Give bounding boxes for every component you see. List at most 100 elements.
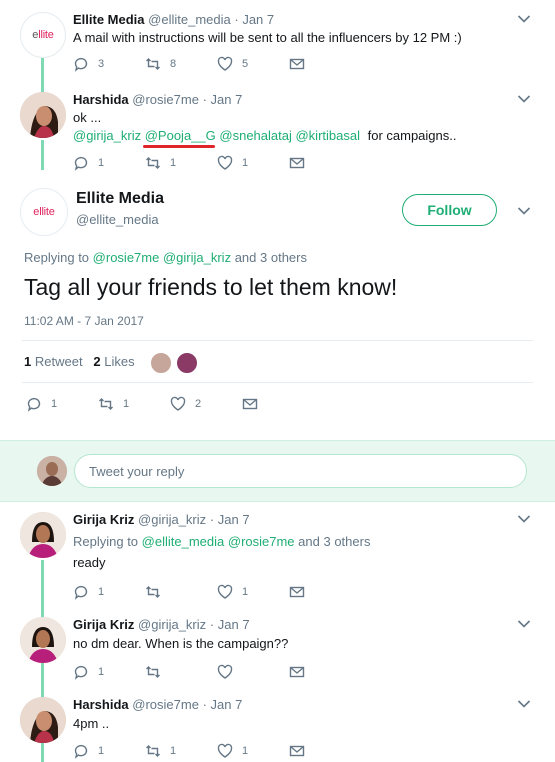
retweet-button[interactable]: 8 bbox=[145, 56, 217, 72]
like-button[interactable] bbox=[217, 664, 289, 680]
reply-icon bbox=[73, 56, 89, 72]
like-button[interactable]: 5 bbox=[217, 56, 289, 72]
avatar[interactable] bbox=[20, 697, 66, 743]
author-name[interactable]: Ellite Media bbox=[73, 12, 145, 27]
reply-button[interactable]: 1 bbox=[73, 584, 145, 600]
chevron-down-icon[interactable] bbox=[517, 619, 531, 629]
author-name[interactable]: Harshida bbox=[73, 697, 129, 712]
avatar[interactable] bbox=[20, 617, 66, 663]
author-name[interactable]: Ellite Media bbox=[76, 190, 164, 208]
reply-input[interactable] bbox=[74, 454, 527, 488]
mention-link[interactable]: @girija_kriz bbox=[163, 250, 231, 265]
tweet-time[interactable]: Jan 7 bbox=[211, 697, 243, 712]
avatar[interactable] bbox=[20, 92, 66, 138]
avatar[interactable]: ellite bbox=[20, 188, 68, 236]
tweet-header: Girija Kriz @girija_kriz · Jan 7 bbox=[73, 512, 250, 527]
liker-avatar[interactable] bbox=[176, 352, 198, 374]
mail-icon bbox=[289, 584, 305, 600]
tweet-actions: 1 bbox=[73, 664, 361, 680]
avatar[interactable] bbox=[20, 512, 66, 558]
author-handle[interactable]: @girija_kriz bbox=[138, 617, 206, 632]
author-handle[interactable]: @ellite_media bbox=[148, 12, 231, 27]
chevron-down-icon[interactable] bbox=[517, 514, 531, 524]
mention-link[interactable]: @kirtibasal bbox=[295, 128, 360, 143]
tweet-text: no dm dear. When is the campaign?? bbox=[73, 636, 289, 651]
replying-suffix[interactable]: and 3 others bbox=[235, 250, 307, 265]
tweet-text-suffix: for campaigns.. bbox=[367, 128, 457, 143]
chevron-down-icon[interactable] bbox=[517, 206, 531, 216]
mention-link[interactable]: @rosie7me bbox=[228, 534, 295, 549]
like-count: 1 bbox=[242, 157, 249, 169]
dm-button[interactable] bbox=[289, 155, 361, 171]
dm-button[interactable] bbox=[289, 664, 361, 680]
mention-link[interactable]: @girija_kriz bbox=[73, 128, 141, 143]
retweets-stat[interactable]: 1 Retweet bbox=[24, 354, 83, 369]
tweet-time[interactable]: Jan 7 bbox=[242, 12, 274, 27]
dm-button[interactable] bbox=[289, 56, 361, 72]
reply-button[interactable]: 1 bbox=[26, 396, 98, 412]
like-count: 1 bbox=[242, 586, 249, 598]
tweet-text-line1: ok ... bbox=[73, 110, 102, 125]
mention-link[interactable]: @ellite_media bbox=[142, 534, 225, 549]
heart-icon bbox=[217, 664, 233, 680]
reply-icon bbox=[73, 584, 89, 600]
reply-button[interactable]: 1 bbox=[73, 743, 145, 759]
reply-button[interactable]: 1 bbox=[73, 155, 145, 171]
timestamp[interactable]: 11:02 AM - 7 Jan 2017 bbox=[24, 314, 144, 328]
like-button[interactable]: 1 bbox=[217, 584, 289, 600]
mention-link[interactable]: @snehalataj bbox=[219, 128, 291, 143]
author-name[interactable]: Girija Kriz bbox=[73, 617, 134, 632]
tweet-time[interactable]: Jan 7 bbox=[218, 512, 250, 527]
author-handle[interactable]: @ellite_media bbox=[76, 212, 159, 227]
retweet-icon bbox=[98, 396, 114, 412]
liker-avatar[interactable] bbox=[150, 352, 172, 374]
reply-count: 1 bbox=[98, 586, 105, 598]
tweet-header: Girija Kriz @girija_kriz · Jan 7 bbox=[73, 617, 250, 632]
chevron-down-icon[interactable] bbox=[517, 94, 531, 104]
follow-button[interactable]: Follow bbox=[402, 194, 497, 226]
separator-dot: · bbox=[202, 697, 207, 712]
dm-button[interactable] bbox=[289, 584, 361, 600]
separator-dot: · bbox=[209, 617, 215, 632]
tweet-actions: 1 1 1 bbox=[73, 743, 361, 759]
retweet-button[interactable] bbox=[145, 664, 217, 680]
retweet-icon bbox=[145, 584, 161, 600]
heart-icon bbox=[217, 155, 233, 171]
divider bbox=[22, 382, 533, 383]
tweet-actions: 1 1 1 bbox=[73, 155, 361, 171]
chevron-down-icon[interactable] bbox=[517, 14, 531, 24]
author-handle[interactable]: @rosie7me bbox=[132, 697, 199, 712]
dm-button[interactable] bbox=[242, 396, 314, 412]
thread-line-mid bbox=[41, 140, 44, 170]
like-button[interactable]: 2 bbox=[170, 396, 242, 412]
replying-suffix[interactable]: and 3 others bbox=[298, 534, 370, 549]
like-button[interactable]: 1 bbox=[217, 155, 289, 171]
tweet-header: Harshida @rosie7me · Jan 7 bbox=[73, 697, 242, 712]
reply-icon bbox=[73, 155, 89, 171]
like-button[interactable]: 1 bbox=[217, 743, 289, 759]
chevron-down-icon[interactable] bbox=[517, 699, 531, 709]
mention-link[interactable]: @rosie7me bbox=[93, 250, 160, 265]
brand-logo: ellite bbox=[32, 29, 54, 41]
mention-link[interactable]: @Pooja__G bbox=[145, 128, 216, 143]
retweet-button[interactable] bbox=[145, 584, 217, 600]
dm-button[interactable] bbox=[289, 743, 361, 759]
reply-icon bbox=[73, 664, 89, 680]
retweet-button[interactable]: 1 bbox=[145, 743, 217, 759]
retweet-button[interactable]: 1 bbox=[145, 155, 217, 171]
author-handle[interactable]: @rosie7me bbox=[132, 92, 199, 107]
tweet-text: 4pm .. bbox=[73, 716, 110, 731]
author-handle[interactable]: @girija_kriz bbox=[138, 512, 206, 527]
tweet-time[interactable]: Jan 7 bbox=[211, 92, 243, 107]
reply-count: 1 bbox=[98, 745, 105, 757]
avatar[interactable]: ellite bbox=[20, 12, 66, 58]
tweet-actions: 3 8 5 bbox=[73, 56, 361, 72]
retweet-button[interactable]: 1 bbox=[98, 396, 170, 412]
reply-button[interactable]: 1 bbox=[73, 664, 145, 680]
likes-stat[interactable]: 2 Likes bbox=[93, 354, 134, 369]
tweet-time[interactable]: Jan 7 bbox=[218, 617, 250, 632]
author-name[interactable]: Harshida bbox=[73, 92, 129, 107]
author-name[interactable]: Girija Kriz bbox=[73, 512, 134, 527]
reply-button[interactable]: 3 bbox=[73, 56, 145, 72]
replying-prefix: Replying to bbox=[24, 250, 90, 265]
